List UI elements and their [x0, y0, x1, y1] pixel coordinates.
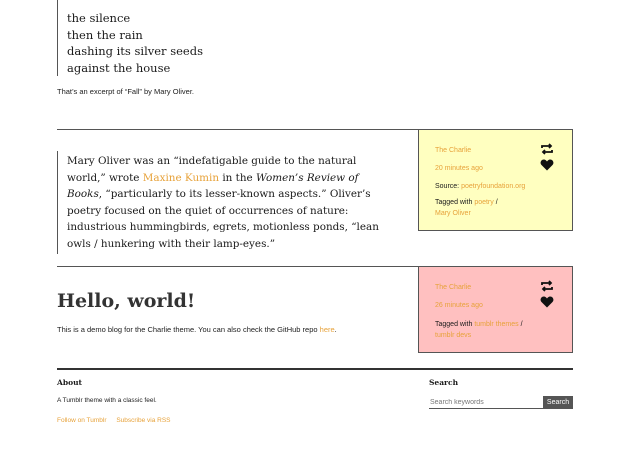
post-body: This is a demo blog for the Charlie them…: [57, 325, 337, 334]
excerpt-line: dashing its silver seeds: [67, 44, 203, 58]
search-input[interactable]: [429, 396, 543, 409]
footer-divider: [57, 368, 573, 370]
excerpt-line: then the rain: [67, 27, 143, 42]
body-text: .: [334, 325, 337, 334]
source-row: Source: poetryfoundation.org: [435, 182, 556, 192]
tags-row: Tagged with tumblr themes / tumblr devs: [435, 319, 556, 341]
post-actions: [540, 280, 556, 312]
source-label: Source:: [435, 183, 462, 190]
tag-separator: /: [518, 321, 523, 328]
tag-link[interactable]: tumblr devs: [435, 332, 471, 339]
maxine-kumin-link[interactable]: Maxine Kumin: [143, 172, 219, 184]
excerpt-line: against the house: [67, 60, 171, 75]
post-meta-box: The Charlie 26 minutes ago Tagged with t…: [418, 266, 573, 353]
heart-icon[interactable]: [540, 296, 554, 308]
reblog-icon[interactable]: [540, 280, 554, 292]
search-button[interactable]: Search: [543, 396, 573, 409]
heart-icon[interactable]: [540, 159, 554, 171]
excerpt-blockquote: the silence then the rain dashing its si…: [57, 0, 337, 76]
tag-link[interactable]: tumblr themes: [474, 321, 518, 328]
post-actions: [540, 143, 556, 175]
footer-about-heading: About: [57, 378, 82, 387]
tags-label: Tagged with: [435, 321, 475, 328]
reblog-icon[interactable]: [540, 143, 554, 155]
post-meta-box: The Charlie 20 minutes ago Source: poetr…: [418, 129, 573, 231]
post-author-link[interactable]: The Charlie: [435, 283, 556, 293]
rss-link[interactable]: Subscribe via RSS: [116, 417, 170, 424]
source-link[interactable]: poetryfoundation.org: [461, 183, 525, 190]
excerpt-note: That’s an excerpt of “Fall” by Mary Oliv…: [57, 87, 194, 96]
post-time-link[interactable]: 20 minutes ago: [435, 164, 556, 174]
tag-separator: /: [493, 199, 498, 206]
tag-link[interactable]: poetry: [474, 199, 493, 206]
body-text: This is a demo blog for the Charlie them…: [57, 325, 320, 334]
quote-text: , “particularly to its lesser-known aspe…: [67, 188, 379, 250]
post-title: Hello, world!: [57, 290, 196, 312]
tags-label: Tagged with: [435, 199, 475, 206]
post-time-link[interactable]: 26 minutes ago: [435, 301, 556, 311]
github-repo-link[interactable]: here: [320, 325, 335, 334]
footer-search-heading: Search: [429, 378, 459, 387]
quote-text: in the: [219, 171, 256, 184]
post-blockquote: Mary Oliver was an “indefatigable guide …: [57, 151, 387, 254]
footer-about-text: A Tumblr theme with a classic feel.: [57, 397, 157, 404]
follow-tumblr-link[interactable]: Follow on Tumblr: [57, 417, 107, 424]
post-author-link[interactable]: The Charlie: [435, 146, 556, 156]
tags-row: Tagged with poetry / Mary Oliver: [435, 197, 556, 219]
footer-links: Follow on Tumblr Subscribe via RSS: [57, 417, 179, 424]
excerpt-line: the silence: [67, 11, 131, 25]
tag-link[interactable]: Mary Oliver: [435, 210, 471, 217]
